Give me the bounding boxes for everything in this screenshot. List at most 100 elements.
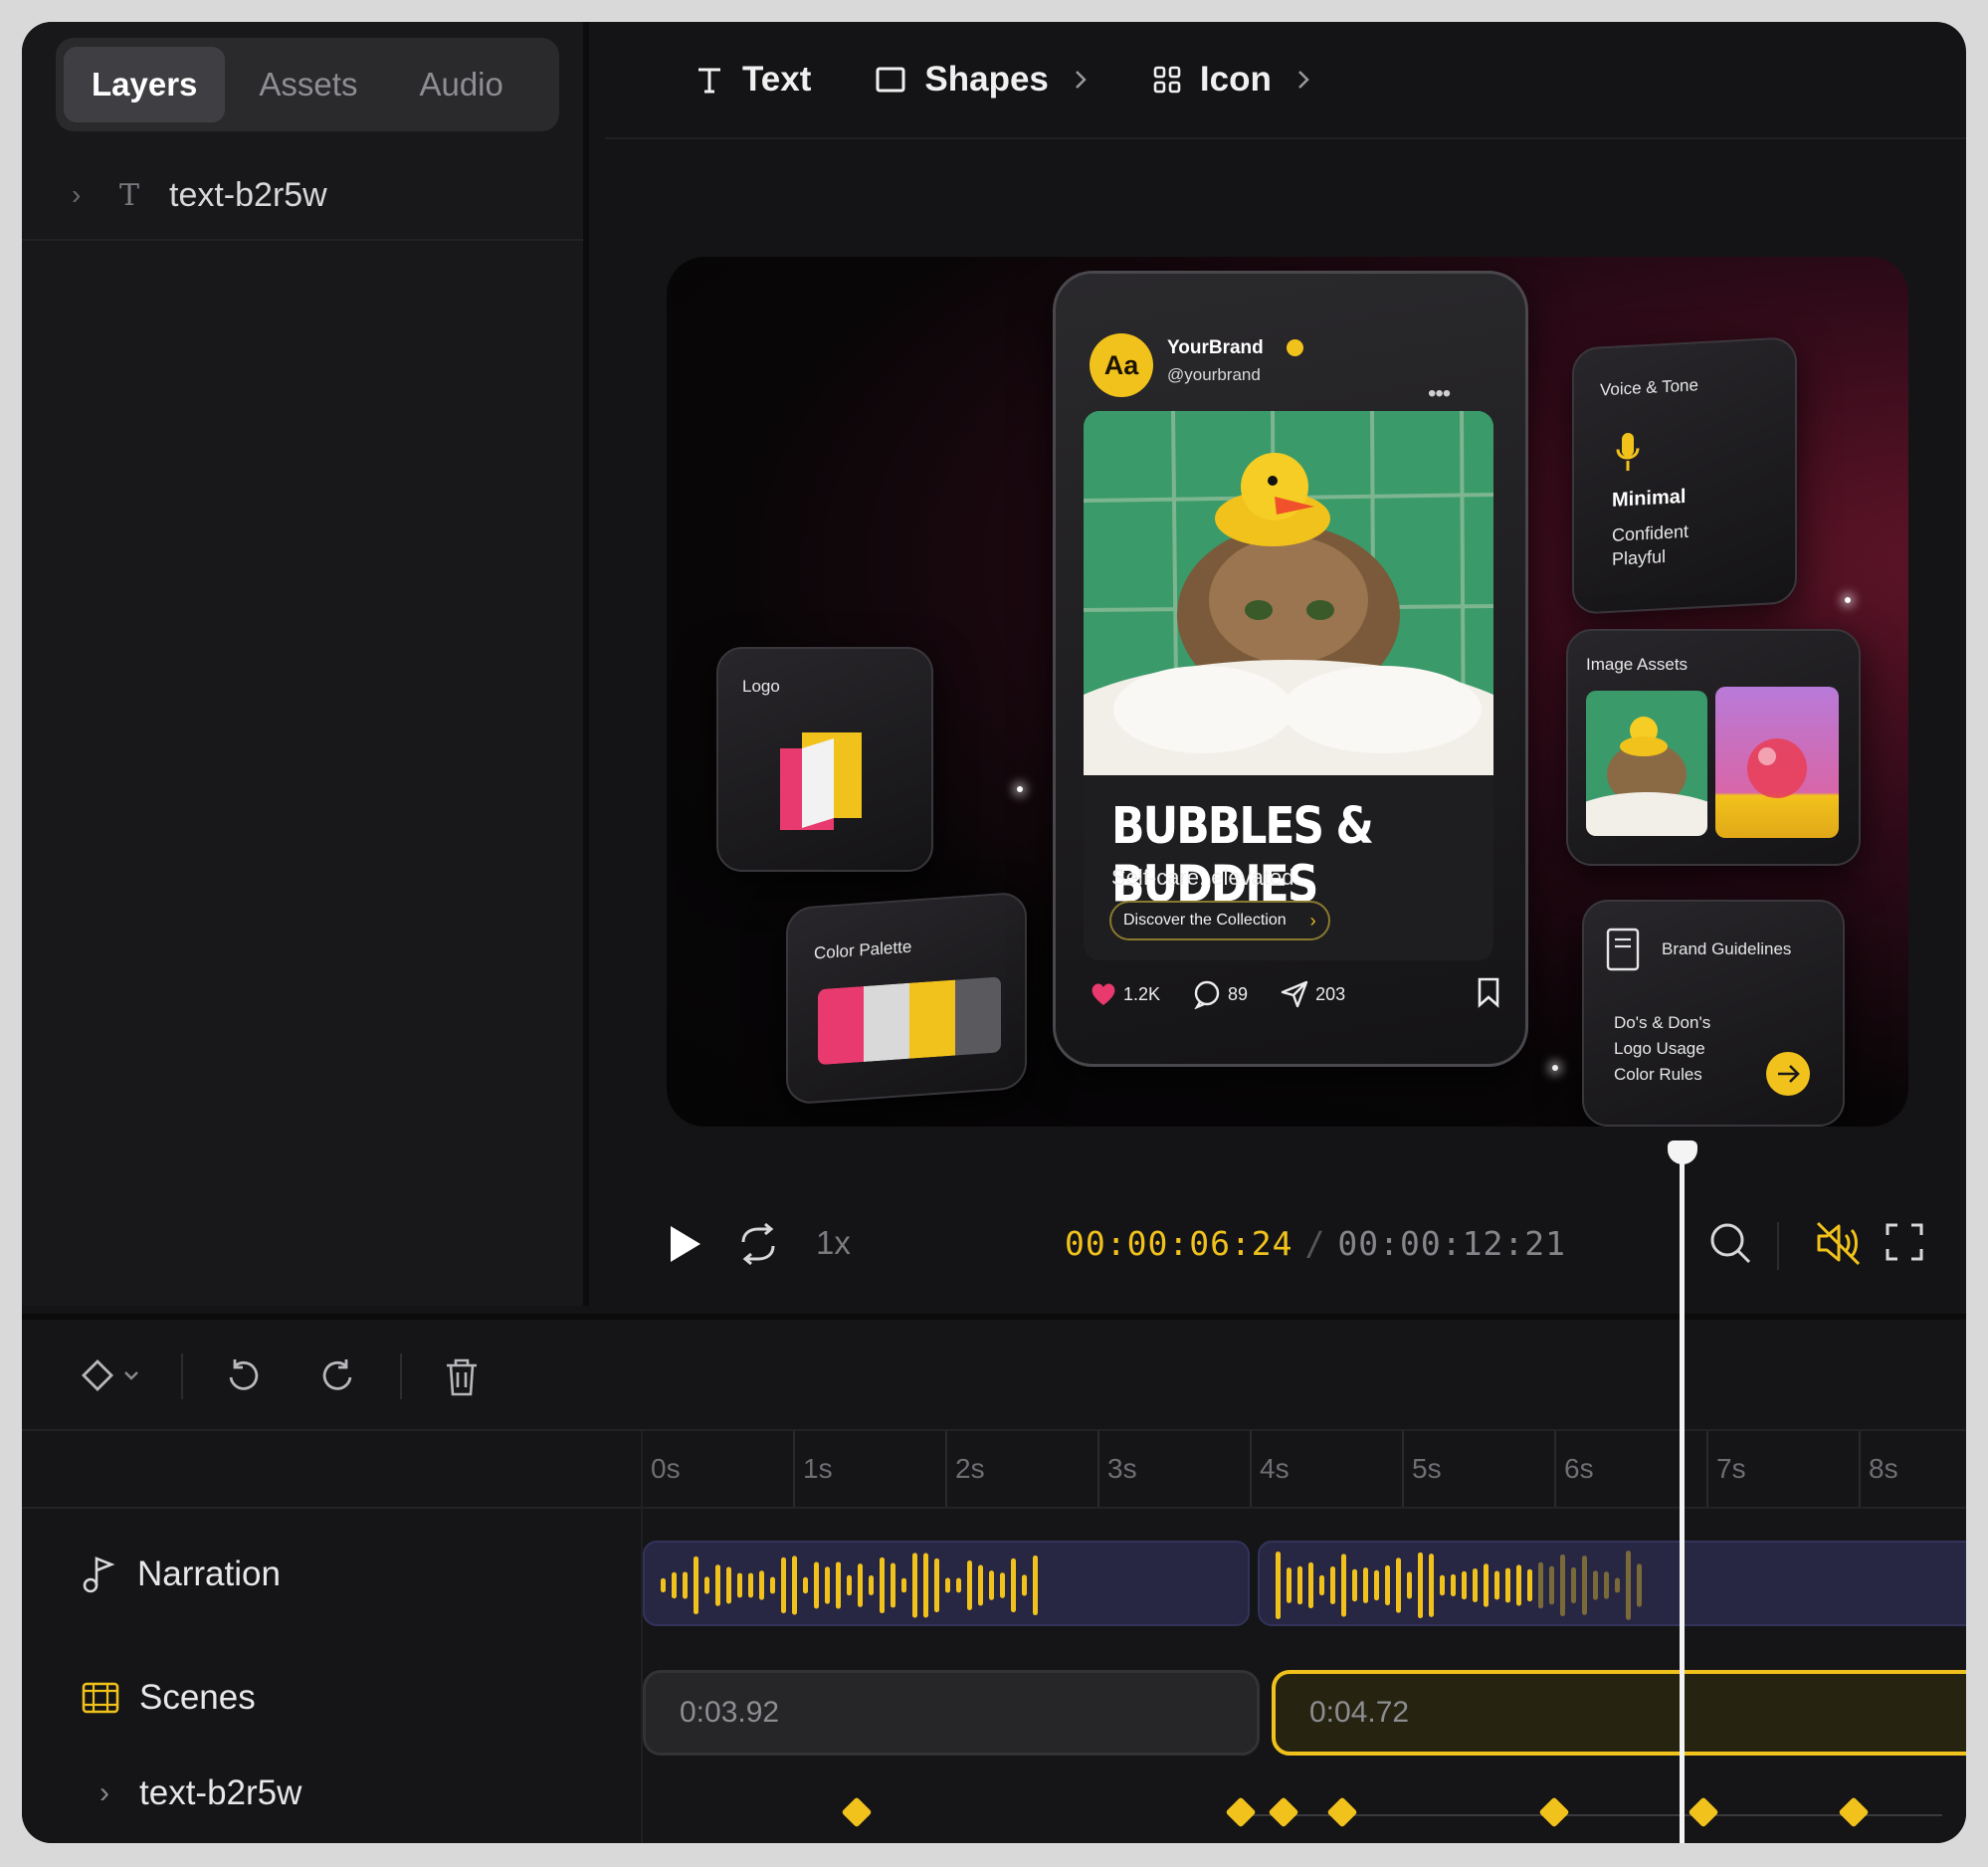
chevron-right-icon[interactable]: › [72, 179, 101, 211]
bookmark-icon[interactable] [1476, 976, 1501, 1008]
ruler-tick: 8s [1859, 1431, 1898, 1507]
waveform-bar [1407, 1571, 1412, 1599]
brand-guidelines-card: Brand Guidelines Do's & Don's Logo Usage… [1582, 900, 1845, 1127]
shapes-tool-button[interactable]: Shapes [875, 22, 1089, 137]
search-icon[interactable] [1707, 1220, 1753, 1266]
scene-clip-selected[interactable]: 0:04.72 [1272, 1670, 1966, 1756]
tone-item: Playful [1612, 545, 1667, 569]
more-options-icon: ••• [1428, 380, 1451, 407]
waveform-bar [1276, 1552, 1281, 1619]
layer-item[interactable]: › T text-b2r5w [22, 151, 583, 241]
insert-toolbar: Text Shapes Icon [605, 22, 1966, 139]
preview-canvas[interactable]: Logo Color Palette Aa YourBrand @yourbra… [667, 257, 1908, 1127]
waveform-bar [1538, 1561, 1543, 1609]
waveform-bar [967, 1559, 972, 1611]
layer-track-header[interactable]: › text-b2r5w [99, 1773, 301, 1813]
like-stat[interactable]: 1.2K [1090, 981, 1160, 1007]
keyframe[interactable] [1326, 1796, 1358, 1828]
scene-clip[interactable]: 0:03.92 [643, 1670, 1260, 1756]
waveform-bar [836, 1561, 841, 1609]
waveform [661, 1553, 1038, 1618]
tab-audio[interactable]: Audio [391, 47, 530, 122]
guideline-item: Color Rules [1614, 1065, 1702, 1084]
keyframe[interactable] [1225, 1796, 1257, 1828]
fullscreen-icon[interactable] [1885, 1222, 1924, 1262]
playhead[interactable] [1680, 1154, 1685, 1843]
waveform-bar [978, 1564, 983, 1606]
color-palette-label: Color Palette [814, 936, 912, 963]
like-count: 1.2K [1123, 983, 1161, 1004]
waveform-bar [1516, 1564, 1521, 1606]
sparkle [1552, 1065, 1558, 1071]
narration-clip[interactable] [643, 1541, 1250, 1626]
guideline-item: Logo Usage [1614, 1039, 1705, 1058]
asset-thumbnail [1715, 687, 1839, 838]
scenes-track-header[interactable]: Scenes [82, 1678, 256, 1718]
waveform-bar [923, 1553, 928, 1618]
waveform-bar [1396, 1557, 1401, 1613]
playback-speed[interactable]: 1x [816, 1224, 851, 1262]
tab-layers[interactable]: Layers [64, 47, 226, 122]
volume-muted-icon[interactable] [1815, 1220, 1863, 1266]
ruler-tick: 1s [793, 1431, 833, 1507]
arrow-right-icon [1766, 1052, 1810, 1096]
play-icon[interactable] [665, 1222, 704, 1266]
guideline-item: Do's & Don's [1614, 1013, 1711, 1032]
keyframe-menu-icon[interactable] [82, 1357, 145, 1393]
keyframe[interactable] [1268, 1796, 1299, 1828]
waveform-bar [901, 1577, 906, 1593]
waveform-bar [683, 1571, 688, 1599]
comment-stat[interactable]: 89 [1192, 979, 1248, 1009]
scenes-label: Scenes [139, 1678, 256, 1717]
text-tool-button[interactable]: Text [695, 22, 811, 137]
redo-icon[interactable] [318, 1357, 358, 1395]
narration-track-header[interactable]: Narration [82, 1555, 281, 1594]
waveform-bar [1604, 1571, 1609, 1599]
waveform-bar [1505, 1567, 1510, 1603]
waveform-bar [1571, 1566, 1576, 1604]
chevron-right-icon[interactable]: › [99, 1776, 109, 1810]
waveform-bar [1527, 1568, 1532, 1602]
ruler-tick: 4s [1250, 1431, 1290, 1507]
waveform-bar [1473, 1568, 1478, 1602]
time-ruler[interactable]: 0s 1s 2s 3s 4s 5s 6s 7s 8s [22, 1431, 1966, 1509]
trash-icon[interactable] [444, 1357, 480, 1397]
undo-icon[interactable] [223, 1357, 263, 1395]
share-stat[interactable]: 203 [1280, 979, 1345, 1009]
post-photo [1084, 411, 1493, 775]
discover-collection-button[interactable]: Discover the Collection › [1109, 901, 1330, 940]
narration-clip[interactable] [1258, 1541, 1966, 1626]
waveform-bar [715, 1564, 720, 1606]
waveform-bar [1033, 1555, 1038, 1616]
keyframe[interactable] [1688, 1796, 1719, 1828]
icon-tool-button[interactable]: Icon [1152, 22, 1311, 137]
divider [1777, 1222, 1779, 1270]
panel-tabs: Layers Assets Audio [56, 38, 559, 131]
keyframe[interactable] [841, 1796, 873, 1828]
grid-icon [1152, 65, 1182, 95]
narration-label: Narration [137, 1555, 281, 1593]
waveform-bar [1319, 1574, 1324, 1596]
layers-panel: Layers Assets Audio › T text-b2r5w [22, 22, 589, 1306]
waveform-bar [814, 1561, 819, 1609]
voice-tone-card: Voice & Tone Minimal Confident Playful [1572, 336, 1797, 615]
tab-assets[interactable]: Assets [231, 47, 385, 122]
waveform-bar [1462, 1570, 1467, 1600]
keyframe[interactable] [1838, 1796, 1870, 1828]
text-icon [695, 65, 724, 95]
waveform-bar [1582, 1556, 1587, 1615]
waveform-bar [781, 1556, 786, 1614]
keyframe[interactable] [1538, 1796, 1570, 1828]
comment-icon [1194, 980, 1220, 1009]
waveform-bar [1560, 1554, 1565, 1617]
waveform-bar [1626, 1551, 1631, 1620]
waveform-bar [880, 1556, 885, 1614]
cta-label: Discover the Collection [1123, 912, 1287, 929]
total-time: 00:00:12:21 [1337, 1224, 1566, 1263]
chevron-right-icon: › [1309, 910, 1316, 931]
waveform-bar [847, 1574, 852, 1596]
loop-icon[interactable] [736, 1222, 780, 1266]
waveform-bar [1494, 1570, 1499, 1600]
waveform-bar [1011, 1557, 1016, 1613]
image-assets-label: Image Assets [1586, 655, 1689, 674]
